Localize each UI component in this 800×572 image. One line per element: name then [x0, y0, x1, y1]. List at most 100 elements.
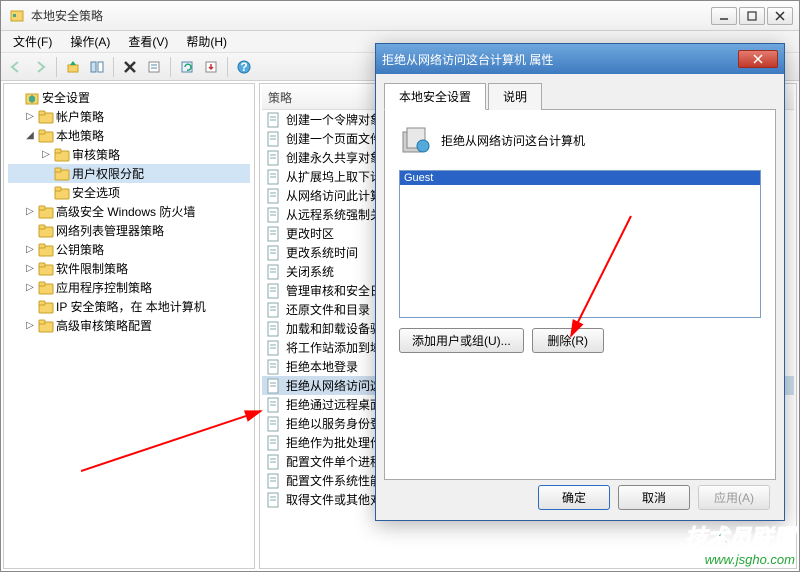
show-hide-button[interactable] — [86, 56, 108, 78]
list-label: 拒绝本地登录 — [286, 358, 358, 375]
tree-label: 本地策略 — [56, 127, 104, 144]
tree-label: 审核策略 — [72, 146, 120, 163]
refresh-icon[interactable] — [176, 56, 198, 78]
minimize-button[interactable] — [711, 7, 737, 25]
dialog-title: 拒绝从网络访问这台计算机 属性 — [382, 51, 553, 68]
list-label: 更改系统时间 — [286, 244, 358, 261]
policy-item-icon — [266, 283, 282, 299]
add-user-button[interactable]: 添加用户或组(U)... — [399, 328, 524, 353]
tree-item[interactable]: ▷高级安全 Windows 防火墙 — [8, 202, 250, 221]
tree-item[interactable]: IP 安全策略，在 本地计算机 — [8, 297, 250, 316]
policy-item-icon — [266, 302, 282, 318]
delete-button[interactable]: 删除(R) — [532, 328, 604, 353]
properties-dialog: 拒绝从网络访问这台计算机 属性 本地安全设置 说明 拒绝从网络访问这台计算机 G… — [375, 43, 785, 521]
dialog-close-button[interactable] — [738, 50, 778, 68]
policy-item-icon — [266, 492, 282, 508]
policy-item-icon — [266, 435, 282, 451]
delete-icon[interactable] — [119, 56, 141, 78]
menu-view[interactable]: 查看(V) — [120, 31, 176, 52]
users-listbox[interactable]: Guest — [399, 170, 761, 318]
tree-item[interactable]: ▷ 公钥策略 — [8, 240, 250, 259]
tree-label: 软件限制策略 — [56, 260, 128, 277]
policy-item-icon — [266, 188, 282, 204]
tree-item[interactable]: ▷ 软件限制策略 — [8, 259, 250, 278]
menu-action[interactable]: 操作(A) — [62, 31, 118, 52]
menu-help[interactable]: 帮助(H) — [178, 31, 235, 52]
tree-label: 安全选项 — [72, 184, 120, 201]
cancel-button[interactable]: 取消 — [618, 485, 690, 510]
export-icon[interactable] — [200, 56, 222, 78]
policy-item-icon — [266, 131, 282, 147]
policy-item-icon — [266, 207, 282, 223]
tree-item[interactable]: ◢ 本地策略 — [8, 126, 250, 145]
apply-button[interactable]: 应用(A) — [698, 485, 770, 510]
expand-icon[interactable]: ▷ — [24, 282, 36, 293]
tree-label: 高级审核策略配置 — [56, 317, 152, 334]
help-icon[interactable]: ? — [233, 56, 255, 78]
list-label: 还原文件和目录 — [286, 301, 370, 318]
folder-icon — [54, 166, 70, 182]
folder-icon — [54, 185, 70, 201]
dialog-title-bar[interactable]: 拒绝从网络访问这台计算机 属性 — [376, 44, 784, 74]
policy-item-icon — [266, 473, 282, 489]
expand-icon[interactable]: ▷ — [24, 263, 36, 274]
policy-item-icon — [266, 150, 282, 166]
expand-icon[interactable]: ▷ — [24, 244, 36, 255]
security-icon — [24, 90, 40, 106]
policy-item-icon — [266, 416, 282, 432]
folder-icon — [38, 223, 54, 239]
forward-button[interactable] — [29, 56, 51, 78]
policy-item-icon — [266, 321, 282, 337]
folder-icon — [38, 128, 54, 144]
close-button[interactable] — [767, 7, 793, 25]
policy-item-icon — [266, 340, 282, 356]
window-controls — [711, 7, 793, 25]
tree-item[interactable]: ▷ 高级审核策略配置 — [8, 316, 250, 335]
tree-root[interactable]: 安全设置 — [8, 88, 250, 107]
dialog-tabs: 本地安全设置 说明 — [384, 82, 776, 110]
svg-text:?: ? — [240, 60, 247, 74]
tree-item[interactable]: 用户权限分配 — [8, 164, 250, 183]
list-label: 创建永久共享对象 — [286, 149, 382, 166]
policy-item-icon — [266, 454, 282, 470]
tab-explain[interactable]: 说明 — [488, 83, 542, 110]
folder-icon — [54, 147, 70, 163]
maximize-button[interactable] — [739, 7, 765, 25]
policy-item-icon — [266, 397, 282, 413]
expand-icon[interactable]: ▷ — [24, 206, 36, 217]
list-label: 创建一个令牌对象 — [286, 111, 382, 128]
tab-content: 拒绝从网络访问这台计算机 Guest 添加用户或组(U)... 删除(R) — [384, 110, 776, 480]
tree-label: 公钥策略 — [56, 241, 104, 258]
menu-file[interactable]: 文件(F) — [5, 31, 60, 52]
tree-item[interactable]: 安全选项 — [8, 183, 250, 202]
expand-icon[interactable]: ▷ — [24, 111, 36, 122]
folder-icon — [38, 261, 54, 277]
tree-label: 网络列表管理器策略 — [56, 222, 164, 239]
list-label: 创建一个页面文件 — [286, 130, 382, 147]
expand-icon[interactable]: ◢ — [24, 130, 36, 141]
expand-icon[interactable]: ▷ — [24, 320, 36, 331]
back-button[interactable] — [5, 56, 27, 78]
tab-local-security[interactable]: 本地安全设置 — [384, 83, 486, 110]
folder-icon — [38, 299, 54, 315]
folder-icon — [38, 242, 54, 258]
list-label: 将工作站添加到域 — [286, 339, 382, 356]
list-label: 更改时区 — [286, 225, 334, 242]
up-button[interactable] — [62, 56, 84, 78]
tree-item[interactable]: ▷ 审核策略 — [8, 145, 250, 164]
policy-item-icon — [266, 169, 282, 185]
title-bar: 本地安全策略 — [1, 1, 799, 31]
properties-icon[interactable] — [143, 56, 165, 78]
tree-item[interactable]: ▷帐户策略 — [8, 107, 250, 126]
listbox-item[interactable]: Guest — [400, 171, 760, 185]
tree-item[interactable]: ▷应用程序控制策略 — [8, 278, 250, 297]
expand-icon[interactable]: ▷ — [40, 149, 52, 160]
tree-panel[interactable]: 安全设置▷帐户策略 ◢ 本地策略 ▷ 审核策略用户权限分配安全选项▷高级安全 Windo… — [3, 83, 255, 569]
policy-item-icon — [266, 112, 282, 128]
policy-item-icon — [266, 226, 282, 242]
folder-icon — [38, 280, 54, 296]
app-icon — [9, 8, 25, 24]
ok-button[interactable]: 确定 — [538, 485, 610, 510]
tree-item[interactable]: 网络列表管理器策略 — [8, 221, 250, 240]
list-label: 关闭系统 — [286, 263, 334, 280]
